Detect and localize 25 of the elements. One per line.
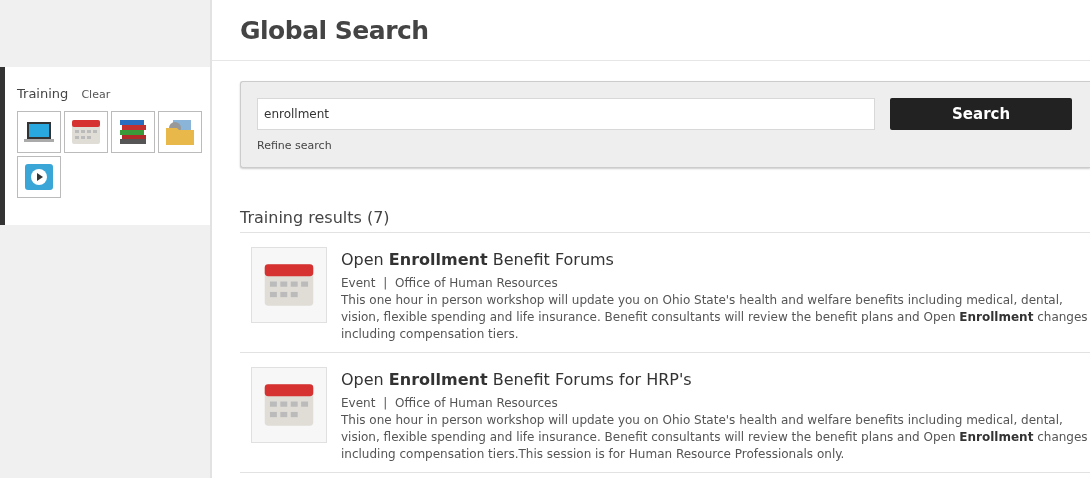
result-source: Office of Human Resources xyxy=(395,275,558,290)
separator: | xyxy=(383,275,388,290)
result-title-link[interactable]: Open Enrollment Benefit Forums for HRP's xyxy=(341,369,692,389)
result-type: Event xyxy=(341,395,376,410)
refine-search-link[interactable]: Refine search xyxy=(257,139,332,152)
search-button[interactable]: Search xyxy=(890,98,1072,130)
calendar-icon xyxy=(71,118,101,146)
result-title-link[interactable]: Open Enrollment Benefit Forums xyxy=(341,249,614,269)
laptop-icon xyxy=(24,119,54,145)
result-source: Office of Human Resources xyxy=(395,395,558,410)
search-field[interactable]: enrollment xyxy=(257,98,876,130)
result-description: This one hour in person workshop will update you on Ohio State's health and welfare benefits including medical, dental, vision, flexible spending and life insurance. Benefit consultants will review the benefit plans and Open Enrollment changes including compensation tiers. xyxy=(341,291,1089,344)
result-type: Event xyxy=(341,275,376,290)
books-icon xyxy=(118,118,148,146)
folder-icon xyxy=(165,118,195,146)
books-filter-button[interactable] xyxy=(111,111,155,153)
result-description: This one hour in person workshop will update you on Ohio State's health and welfare benefits including medical, dental, vision, flexible spending and life insurance. Benefit consultants will review the benefit plans and Open Enrollment changes including compensation tiers.This session is for Human Resource Professionals only. xyxy=(341,411,1089,464)
clear-link[interactable]: Clear xyxy=(81,88,111,101)
page-title: Global Search xyxy=(212,0,1090,61)
calendar-filter-button[interactable] xyxy=(64,111,108,153)
video-icon xyxy=(24,163,54,191)
filter-title: Training xyxy=(17,86,69,101)
laptop-filter-button[interactable] xyxy=(17,111,61,153)
separator: | xyxy=(383,395,388,410)
results-heading: Training results (7) xyxy=(240,207,390,227)
